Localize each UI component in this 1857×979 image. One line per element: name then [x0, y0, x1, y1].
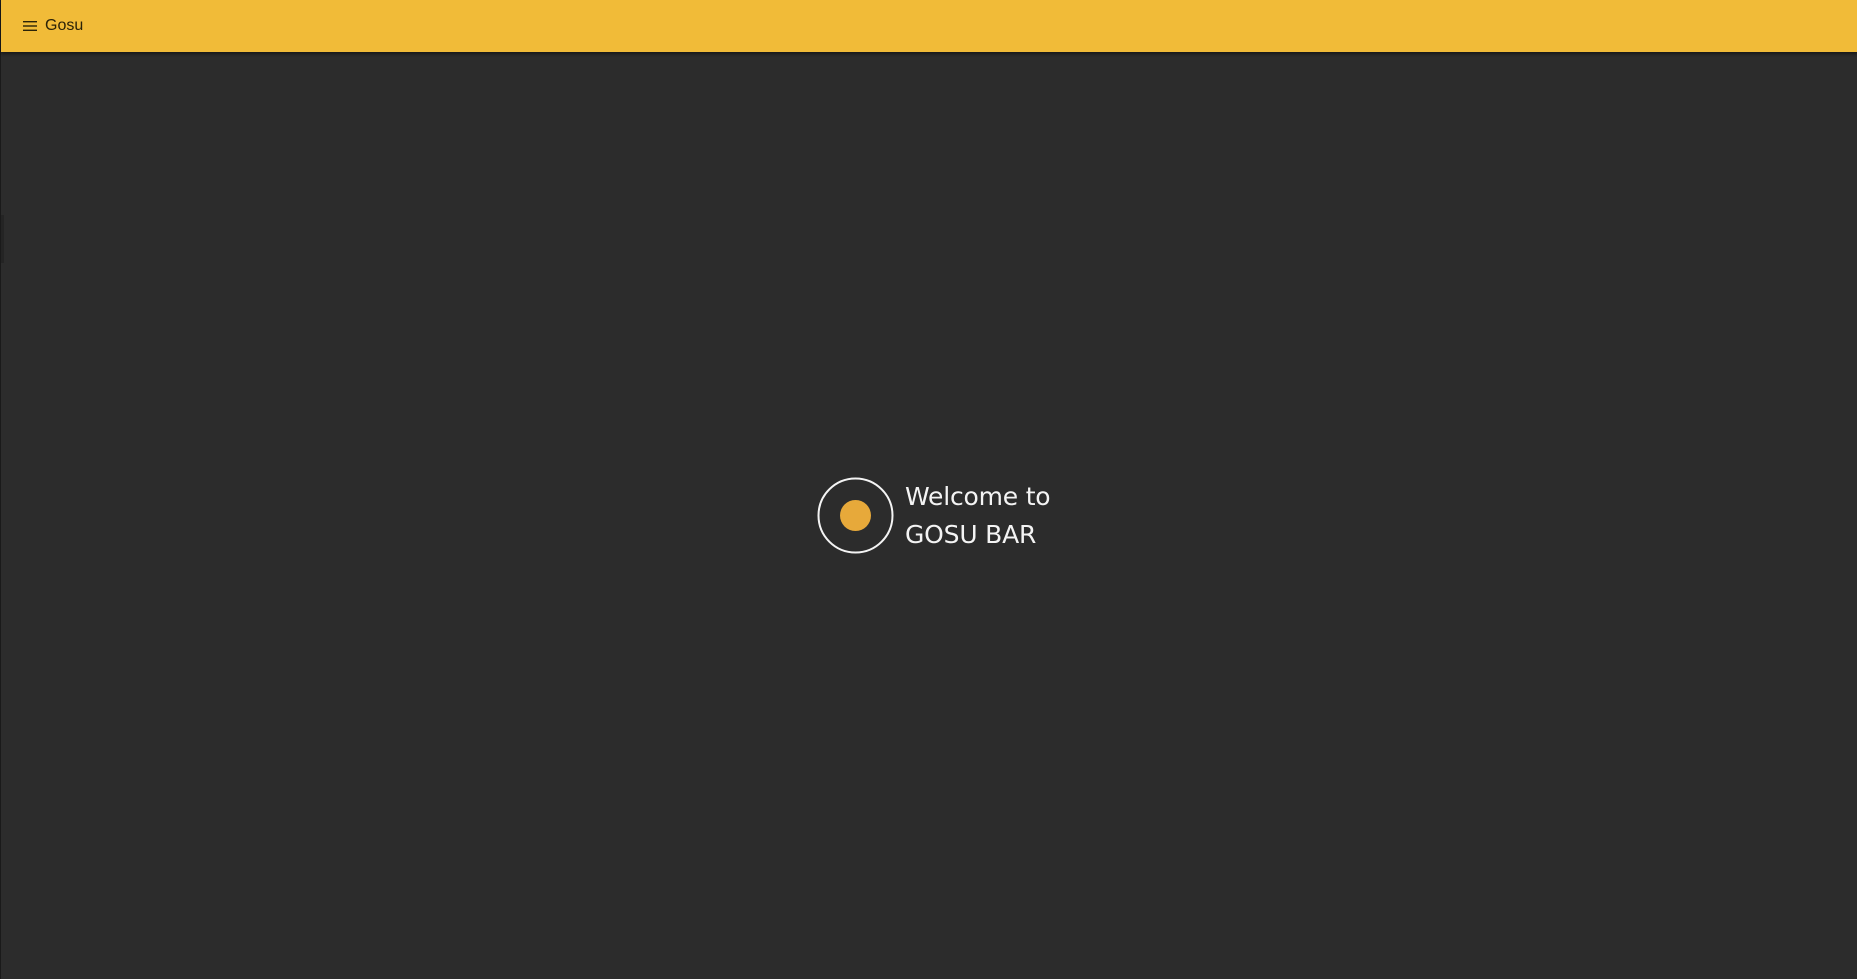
welcome-text: Welcome to GOSU BAR: [905, 478, 1051, 554]
welcome-banner: Welcome to GOSU BAR: [817, 477, 1051, 554]
app-title: Gosu: [45, 17, 84, 34]
side-drawer-handle[interactable]: [1, 215, 4, 263]
welcome-line-1: Welcome to: [905, 481, 1051, 511]
gosu-logo-icon: [817, 477, 894, 554]
top-app-bar: Gosu: [1, 0, 1857, 52]
menu-button[interactable]: Gosu: [23, 9, 83, 43]
app-page: Gosu Welcome to GOSU BAR: [0, 0, 1857, 979]
welcome-line-2: GOSU BAR: [905, 519, 1037, 549]
hamburger-menu-icon: [23, 21, 37, 31]
